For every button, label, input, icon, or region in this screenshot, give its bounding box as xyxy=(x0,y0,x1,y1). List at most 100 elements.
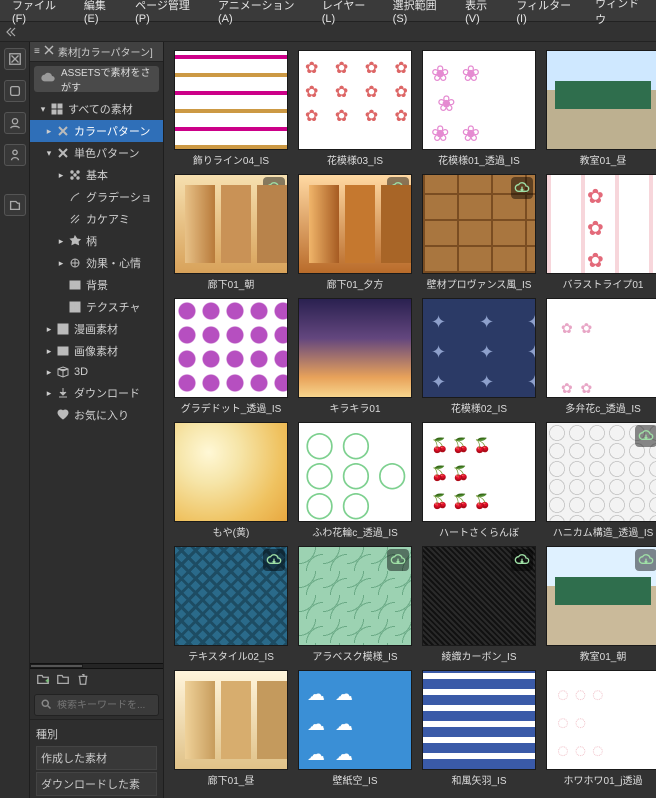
tree-item[interactable]: ▸漫画素材 xyxy=(30,318,163,340)
menu-item[interactable]: ページ管理(P) xyxy=(127,0,210,27)
folder-icon[interactable] xyxy=(56,672,70,689)
tool-quick-access-5[interactable] xyxy=(4,194,26,216)
material-thumbnail[interactable] xyxy=(174,422,288,522)
tree-item-label: 基本 xyxy=(86,167,108,183)
material-item[interactable]: 教室01_昼 xyxy=(546,50,656,168)
material-item[interactable]: 教室01_朝 xyxy=(546,546,656,664)
menu-item[interactable]: レイヤー(L) xyxy=(314,0,385,27)
menu-item[interactable]: 選択範囲(S) xyxy=(385,0,457,27)
material-thumbnail[interactable] xyxy=(422,546,536,646)
tree-item[interactable]: カケアミ xyxy=(30,208,163,230)
material-thumbnail[interactable] xyxy=(174,50,288,150)
material-item[interactable]: 多弁花c_透過_IS xyxy=(546,298,656,416)
filter-option[interactable]: 作成した素材 xyxy=(36,746,157,770)
download-icon[interactable] xyxy=(263,549,285,571)
material-name: 多弁花c_透過_IS xyxy=(565,398,641,416)
material-item[interactable]: 花模様03_IS xyxy=(298,50,412,168)
material-thumbnail[interactable] xyxy=(422,50,536,150)
material-item[interactable]: ハニカム構造_透過_IS xyxy=(546,422,656,540)
material-thumbnail[interactable] xyxy=(298,298,412,398)
menu-item[interactable]: ファイル(F) xyxy=(4,0,76,27)
material-item[interactable]: もや(黄) xyxy=(174,422,288,540)
material-item[interactable]: 花模様02_IS xyxy=(422,298,536,416)
new-folder-icon[interactable] xyxy=(36,672,50,689)
material-thumbnail[interactable] xyxy=(422,422,536,522)
material-thumbnail[interactable] xyxy=(298,50,412,150)
material-thumbnail[interactable] xyxy=(298,670,412,770)
material-thumbnail[interactable] xyxy=(546,422,656,522)
tree-item[interactable]: お気に入り xyxy=(30,404,163,426)
menu-item[interactable]: ウィンドウ xyxy=(587,0,656,29)
tool-quick-access-2[interactable] xyxy=(4,80,26,102)
material-item[interactable]: 廊下01_朝 xyxy=(174,174,288,292)
material-thumbnail[interactable] xyxy=(546,670,656,770)
material-item[interactable]: 廊下01_昼 xyxy=(174,670,288,788)
material-thumbnail[interactable] xyxy=(422,298,536,398)
tool-quick-access-1[interactable] xyxy=(4,48,26,70)
material-item[interactable]: グラデドット_透過_IS xyxy=(174,298,288,416)
download-icon[interactable] xyxy=(635,425,656,447)
material-thumbnail[interactable] xyxy=(546,546,656,646)
tree-item[interactable]: ▸ダウンロード xyxy=(30,382,163,404)
material-item[interactable]: テキスタイル02_IS xyxy=(174,546,288,664)
tree-item[interactable]: ▸効果・心情 xyxy=(30,252,163,274)
material-item[interactable]: 綾織カーボン_IS xyxy=(422,546,536,664)
menu-item[interactable]: フィルター(I) xyxy=(508,0,587,27)
tree-item[interactable]: ▸基本 xyxy=(30,164,163,186)
menu-item[interactable]: 表示(V) xyxy=(457,0,508,27)
download-icon[interactable] xyxy=(387,549,409,571)
material-item[interactable]: 廊下01_夕方 xyxy=(298,174,412,292)
material-thumbnail[interactable] xyxy=(298,422,412,522)
tree-item[interactable]: グラデーショ xyxy=(30,186,163,208)
material-item[interactable]: バラストライプ01 xyxy=(546,174,656,292)
tool-quick-access-3[interactable] xyxy=(4,112,26,134)
tree-item[interactable]: テクスチャ xyxy=(30,296,163,318)
close-icon[interactable] xyxy=(44,45,54,58)
tree-item[interactable]: ▾すべての素材 xyxy=(30,98,163,120)
panel-menu-icon[interactable]: ≡ xyxy=(34,46,40,57)
material-item[interactable]: ホワホワ01_j透過 xyxy=(546,670,656,788)
material-thumbnail[interactable] xyxy=(174,670,288,770)
material-item[interactable]: アラベスク模様_IS xyxy=(298,546,412,664)
download-icon[interactable] xyxy=(635,549,656,571)
material-thumbnail[interactable] xyxy=(174,546,288,646)
material-thumbnail[interactable] xyxy=(546,50,656,150)
material-name: 教室01_昼 xyxy=(580,150,627,168)
tree-item[interactable]: ▾単色パターン xyxy=(30,142,163,164)
menu-item[interactable]: 編集(E) xyxy=(76,0,127,27)
material-item[interactable]: キラキラ01 xyxy=(298,298,412,416)
material-thumbnail[interactable] xyxy=(298,546,412,646)
download-icon[interactable] xyxy=(511,549,533,571)
tree-item[interactable]: 背景 xyxy=(30,274,163,296)
collapse-left-icon[interactable] xyxy=(4,26,16,38)
filter-option[interactable]: ダウンロードした素 xyxy=(36,772,157,796)
tree-horizontal-scrollbar[interactable] xyxy=(30,663,163,669)
tree-item[interactable]: ▸画像素材 xyxy=(30,340,163,362)
download-icon[interactable] xyxy=(263,177,285,199)
material-thumbnail[interactable] xyxy=(422,174,536,274)
material-thumbnail[interactable] xyxy=(298,174,412,274)
material-thumbnail[interactable] xyxy=(422,670,536,770)
material-item[interactable]: 和風矢羽_IS xyxy=(422,670,536,788)
material-item[interactable]: ハートさくらんぼ xyxy=(422,422,536,540)
material-thumbnail[interactable] xyxy=(174,298,288,398)
material-item[interactable]: ふわ花輪c_透過_IS xyxy=(298,422,412,540)
delete-icon[interactable] xyxy=(76,672,90,689)
tree-item[interactable]: ▸カラーパターン xyxy=(30,120,163,142)
tree-item[interactable]: ▸3D xyxy=(30,362,163,382)
assets-search-button[interactable]: ASSETSで素材をさがす xyxy=(34,66,159,92)
tool-quick-access-4[interactable] xyxy=(4,144,26,166)
material-thumbnail[interactable] xyxy=(546,174,656,274)
material-item[interactable]: 飾りライン04_IS xyxy=(174,50,288,168)
material-thumbnail[interactable] xyxy=(546,298,656,398)
material-item[interactable]: 花模様01_透過_IS xyxy=(422,50,536,168)
search-field[interactable] xyxy=(34,694,159,716)
material-item[interactable]: 壁材プロヴァンス風_IS xyxy=(422,174,536,292)
material-item[interactable]: 壁紙空_IS xyxy=(298,670,412,788)
material-thumbnail[interactable] xyxy=(174,174,288,274)
tree-item[interactable]: ▸柄 xyxy=(30,230,163,252)
download-icon[interactable] xyxy=(387,177,409,199)
menu-item[interactable]: アニメーション(A) xyxy=(210,0,314,27)
panel-tab[interactable]: ≡ 素材[カラーパターン] xyxy=(30,42,163,62)
download-icon[interactable] xyxy=(511,177,533,199)
